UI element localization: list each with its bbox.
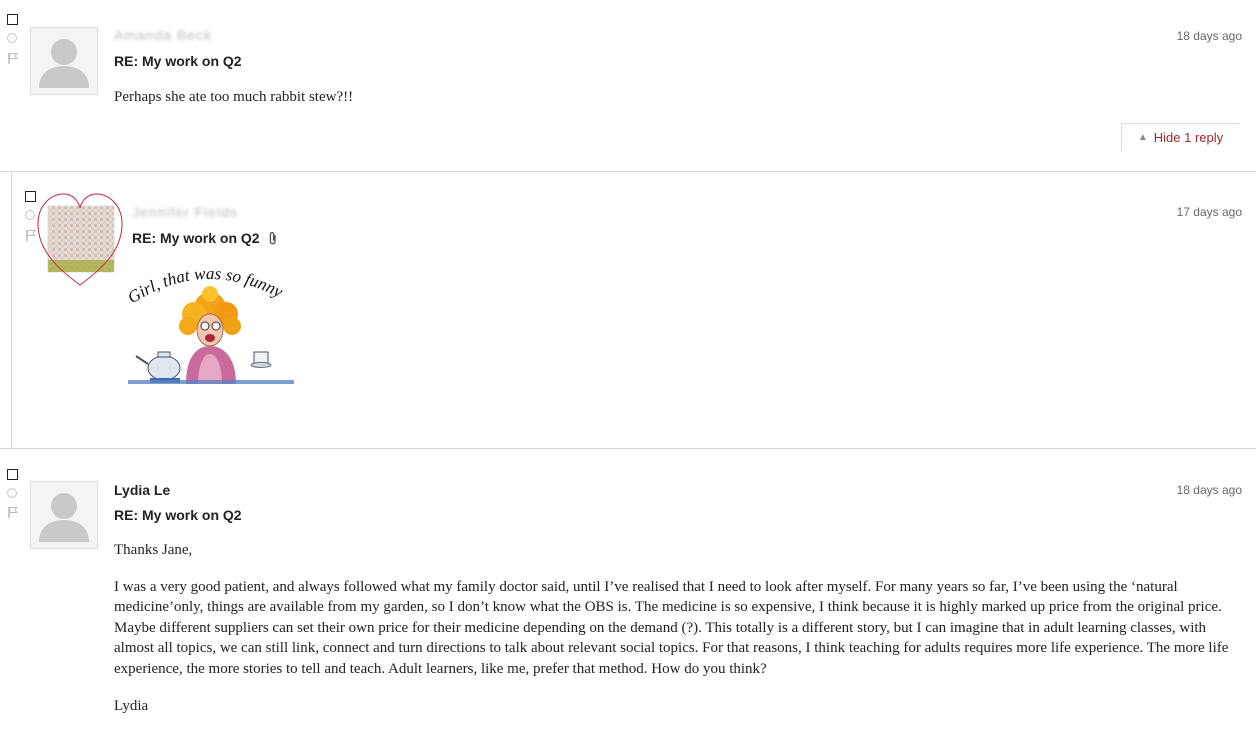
post-paragraph: Perhaps she ate too much rabbit stew?!! <box>114 89 354 105</box>
cartoon-image: Girl, that was so funny <box>124 264 294 384</box>
author-name[interactable]: Jennifer Fields <box>132 204 238 220</box>
post-subject-text: RE: My work on Q2 <box>132 230 260 246</box>
flag-icon[interactable] <box>7 506 19 518</box>
author-name[interactable]: Lydia Le <box>114 482 170 498</box>
select-checkbox[interactable] <box>7 14 18 25</box>
post-paragraph: Lydia <box>114 697 149 714</box>
post-subject: RE: My work on Q2 <box>132 230 278 246</box>
paperclip-icon[interactable] <box>268 231 278 245</box>
post-timestamp: 17 days ago <box>1176 205 1242 219</box>
default-user-icon <box>31 482 97 548</box>
radio-icon[interactable] <box>7 33 17 43</box>
comment-post: Lydia Le RE: My work on Q2 18 days ago T… <box>0 449 1256 720</box>
cartoon-teapot <box>135 351 181 383</box>
author-name[interactable]: Amanda Beck <box>114 27 212 43</box>
post-body: Thanks Jane, I was a very good patient, … <box>114 540 1238 732</box>
hide-replies-button[interactable]: ▲ Hide 1 reply <box>1121 123 1239 151</box>
heart-avatar-icon <box>37 193 123 286</box>
post-paragraph: Thanks Jane, <box>114 542 193 558</box>
post-subject: RE: My work on Q2 <box>114 53 242 69</box>
post-body: Perhaps she ate too much rabbit stew?!! <box>114 87 1234 124</box>
avatar[interactable] <box>34 188 126 288</box>
comment-post: Amanda Beck RE: My work on Q2 18 days ag… <box>0 0 1256 172</box>
post-timestamp: 18 days ago <box>1176 29 1242 43</box>
select-checkbox[interactable] <box>7 469 18 480</box>
avatar[interactable] <box>30 481 98 549</box>
flag-icon[interactable] <box>7 52 19 64</box>
cartoon-cup <box>250 351 272 368</box>
comment-reply-post: Jennifer Fields RE: My work on Q2 17 day… <box>0 172 1256 449</box>
radio-icon[interactable] <box>7 488 17 498</box>
triangle-up-icon: ▲ <box>1137 132 1148 143</box>
avatar[interactable] <box>30 27 98 95</box>
post-subject: RE: My work on Q2 <box>114 507 242 523</box>
hide-replies-label: Hide 1 reply <box>1153 130 1224 145</box>
attached-image[interactable]: Girl, that was so funny <box>124 260 294 384</box>
post-timestamp: 18 days ago <box>1176 483 1242 497</box>
post-paragraph: I was a very good patient, and always fo… <box>114 578 1229 677</box>
default-user-icon <box>31 28 97 94</box>
